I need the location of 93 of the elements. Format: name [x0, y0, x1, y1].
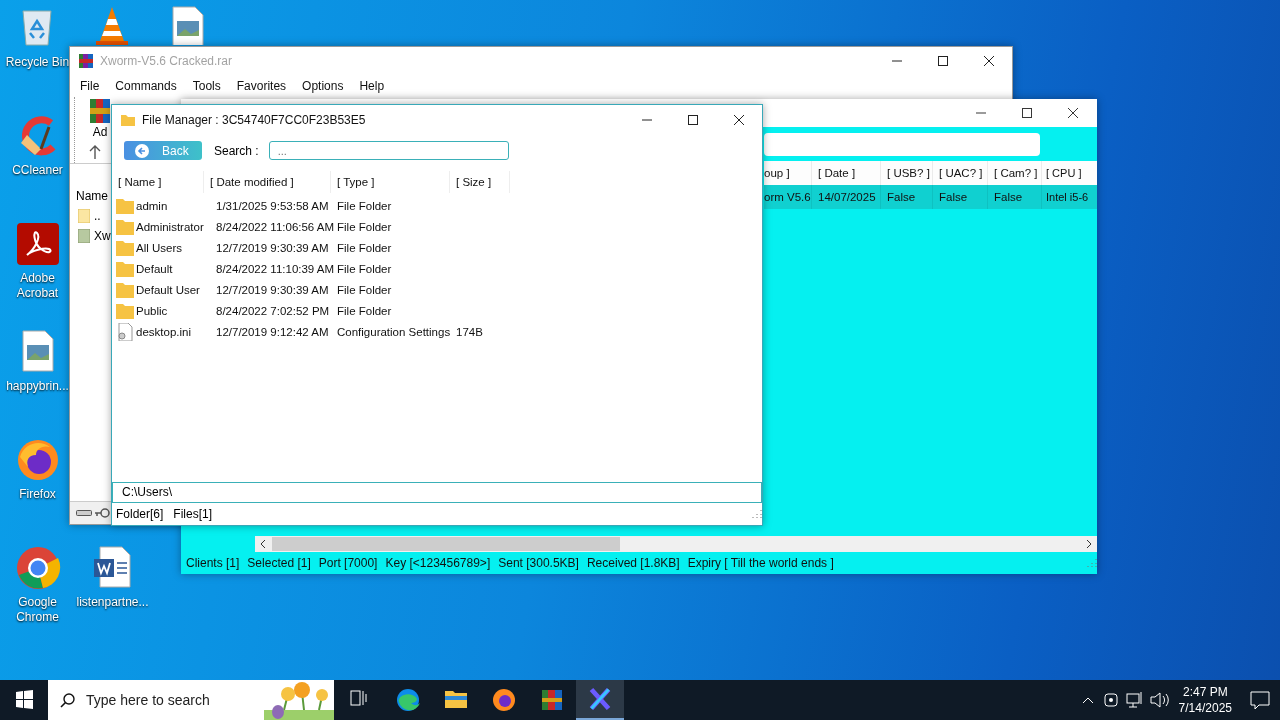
status-text: Folder[6]	[116, 507, 164, 521]
file-name[interactable]: Default User	[136, 283, 200, 296]
drive-icon	[76, 509, 92, 517]
path-field[interactable]: C:\Users\	[112, 482, 762, 503]
folder-icon	[116, 302, 134, 319]
table-cell-text: 12/7/2019 9:30:39 AM	[215, 283, 330, 296]
search-icon	[60, 692, 76, 708]
table-cell-text: 8/24/2022 11:06:56 AM	[215, 220, 331, 233]
folder-icon	[116, 197, 134, 214]
table-cell-text: File Folder	[336, 199, 393, 212]
menu-item[interactable]: Help	[351, 79, 393, 93]
column-header[interactable]: Name	[70, 186, 110, 206]
status-text: Clients [1]	[186, 556, 240, 570]
status-text: Expiry [ Till the world ends ]	[687, 556, 834, 570]
table-cell: 14/07/2025	[812, 185, 881, 209]
toolbar-button[interactable]: Ad	[89, 97, 111, 139]
archive-app-icon	[78, 53, 94, 69]
folder-icon	[116, 218, 134, 235]
folder-icon	[116, 260, 134, 277]
horizontal-scrollbar[interactable]	[255, 536, 1097, 552]
icon-label: CCleaner	[11, 163, 64, 178]
search-label: Search :	[214, 143, 259, 158]
column-header[interactable]: [ Type ]	[331, 171, 450, 193]
column-header[interactable]: [ CPU ]	[1042, 161, 1097, 185]
folder-icon	[116, 239, 134, 256]
menu-item[interactable]: Favorites	[228, 79, 295, 93]
key-icon	[94, 508, 110, 518]
column-header[interactable]: [ Name ]	[112, 171, 204, 193]
search-box[interactable]: Type here to search	[48, 680, 334, 720]
menu-item[interactable]: Commands	[107, 79, 185, 93]
table-cell-text: File Folder	[336, 304, 393, 317]
table-cell: orm V5.6	[764, 185, 812, 209]
clock-time[interactable]: 2:47 PM	[1182, 684, 1228, 700]
status-text: Key [<123456789>]	[385, 556, 491, 570]
window-title: File Manager : 3C54740F7CC0F23B53E5	[141, 113, 367, 127]
folder-icon	[78, 209, 90, 223]
file-name[interactable]: desktop.ini	[136, 325, 191, 338]
settings-file-icon	[116, 322, 134, 341]
up-arrow-icon[interactable]	[89, 145, 101, 159]
table-cell-text: 1/31/2025 9:53:58 AM	[215, 199, 330, 212]
file-name[interactable]: Default	[136, 262, 173, 275]
file-name[interactable]: Xw	[94, 229, 111, 243]
table-cell-text: File Folder	[336, 241, 393, 254]
column-header[interactable]: [ Size ]	[450, 171, 510, 193]
resize-grip-icon	[1087, 558, 1097, 568]
icon-label: happybrin...	[5, 379, 70, 394]
folder-icon	[116, 281, 134, 298]
scrollbar-thumb[interactable]	[272, 537, 620, 551]
icon-label: Google Chrome	[15, 595, 60, 625]
table-cell-text: 12/7/2019 9:12:42 AM	[215, 325, 330, 338]
chrome-icon[interactable]	[14, 545, 61, 591]
table-cell-text: Intel i5-6	[1045, 190, 1090, 205]
folder-icon	[120, 113, 136, 127]
icon-label: listenpartne...	[75, 595, 150, 610]
file-name[interactable]: All Users	[136, 241, 182, 254]
archive-icon	[78, 229, 90, 243]
table-cell: False	[881, 185, 933, 209]
icon-label: Adobe Acrobat	[15, 271, 60, 301]
books-icon	[89, 97, 111, 125]
search-field[interactable]: ...	[268, 141, 509, 160]
file-name[interactable]: ..	[94, 209, 101, 223]
resize-grip-icon	[752, 509, 762, 519]
table-cell-text: Configuration Settings	[336, 325, 450, 338]
pdf-icon[interactable]	[14, 221, 61, 267]
status-text: Files[1]	[173, 507, 213, 521]
file-name[interactable]: Administrator	[136, 220, 204, 233]
menu-item[interactable]: Options	[294, 79, 352, 93]
table-cell-text: 8/24/2022 11:10:39 AM	[215, 262, 331, 275]
table-cell-text: 8/24/2022 7:02:52 PM	[215, 304, 331, 317]
table-cell-text: File Folder	[336, 283, 393, 296]
clock-date[interactable]: 7/14/2025	[1178, 700, 1232, 716]
table-cell-text: File Folder	[336, 220, 393, 233]
table-cell: False	[988, 185, 1042, 209]
status-text: Selected [1]	[247, 556, 311, 570]
status-text: Port [7000]	[318, 556, 378, 570]
table-cell-text: 12/7/2019 9:30:39 AM	[215, 241, 330, 254]
status-text: Sent [300.5KB]	[498, 556, 579, 570]
file-name[interactable]: Public	[136, 304, 168, 317]
menu-item[interactable]: File	[72, 79, 108, 93]
x-logo-icon[interactable]	[576, 680, 624, 720]
status-text: Received [1.8KB]	[586, 556, 680, 570]
icon-label: Firefox	[18, 487, 57, 502]
table-cell-text: File Folder	[336, 262, 393, 275]
file-name[interactable]: admin	[136, 199, 168, 212]
column-header[interactable]: [ Date modified ]	[204, 171, 331, 193]
table-row[interactable]: orm V5.6 14/07/2025 False False False Intel i5-6	[764, 185, 1097, 209]
table-cell-text: 174B	[455, 325, 484, 338]
search-field[interactable]	[764, 132, 1040, 156]
menu-item[interactable]: Tools	[184, 79, 229, 93]
icon-label: Recycle Bin	[4, 55, 71, 70]
flowers-drawing	[264, 680, 334, 720]
table-cell: False	[933, 185, 988, 209]
window-title: Xworm-V5.6 Cracked.rar	[99, 54, 234, 68]
